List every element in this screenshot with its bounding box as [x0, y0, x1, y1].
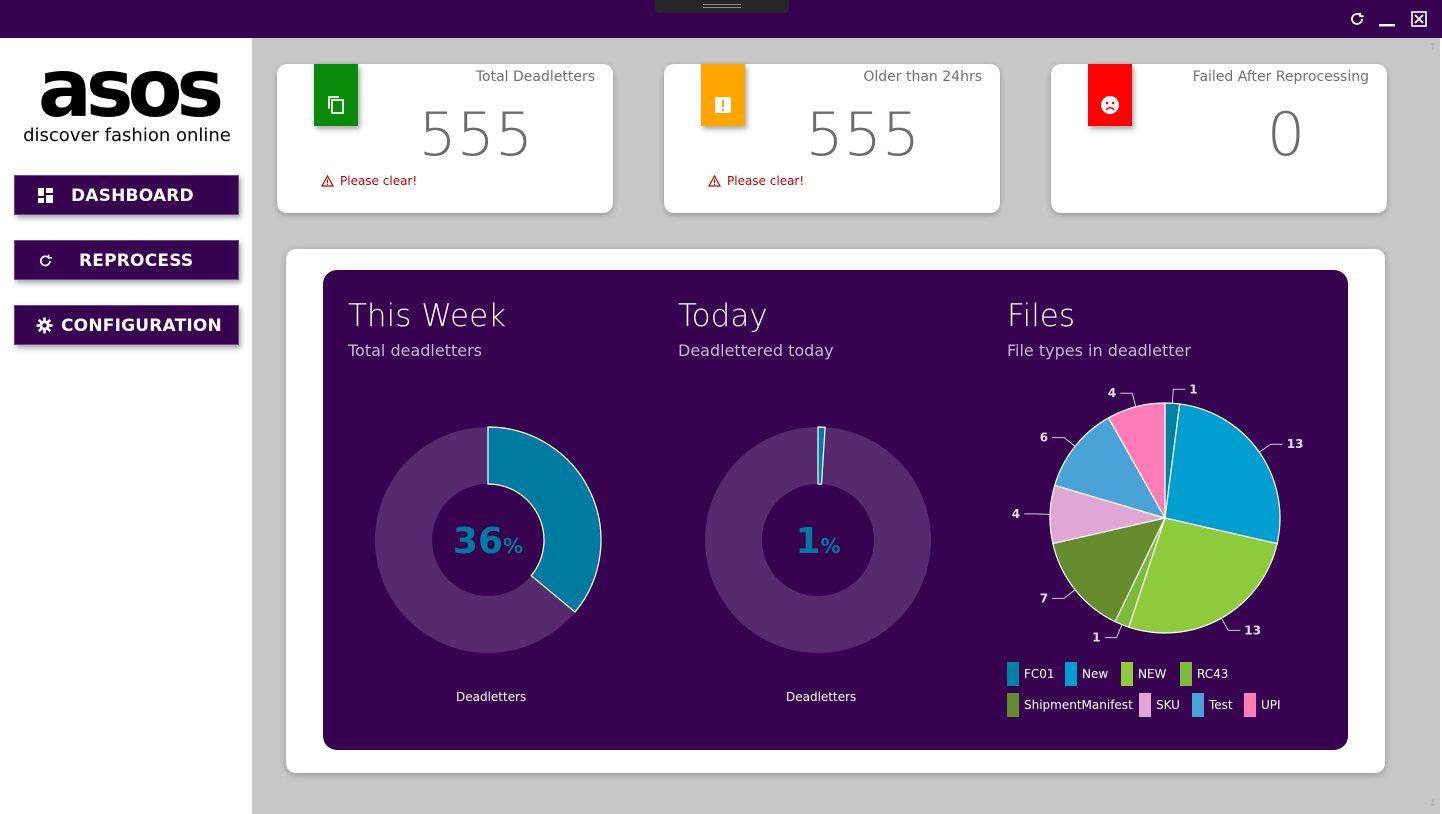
total-deadletters-card: Total Deadletters 555 Please clear! [277, 64, 613, 213]
scroll-up-icon[interactable]: ↑ [1427, 42, 1439, 54]
today-title: Today [678, 298, 768, 334]
card-badge [314, 64, 358, 126]
card-badge [1088, 64, 1132, 126]
refresh-icon[interactable] [1348, 10, 1366, 28]
sad-face-icon [1101, 96, 1119, 114]
scrollbar[interactable]: ↑ ↓ [1424, 38, 1442, 814]
legend-label: Test [1209, 698, 1233, 712]
gear-icon [36, 317, 53, 334]
files-subtitle: File types in deadletter [1007, 341, 1191, 360]
legend-swatch [1192, 693, 1204, 717]
card-badge [701, 64, 745, 126]
logo-tagline: discover fashion online [23, 125, 231, 146]
legend-item-fc01: FC01 [1007, 662, 1055, 686]
alert-icon [715, 97, 731, 113]
copy-icon [328, 96, 344, 114]
card-title: Failed After Reprocessing [1192, 69, 1369, 85]
legend-label: SKU [1156, 698, 1180, 712]
today-caption: Deadletters [786, 690, 857, 704]
legend-label: UPI [1261, 698, 1281, 712]
title-bar [0, 0, 1442, 38]
legend-label: FC01 [1024, 667, 1055, 681]
refresh-icon [37, 252, 54, 269]
week-title: This Week [348, 298, 507, 334]
today-subtitle: Deadlettered today [678, 341, 834, 360]
scroll-down-icon[interactable]: ↓ [1427, 798, 1439, 810]
legend-label: New [1082, 667, 1109, 681]
legend-item-upi: UPI [1244, 693, 1281, 717]
dashboard-icon [37, 187, 54, 204]
legend-label: RC43 [1197, 667, 1229, 681]
card-value: 0 [1266, 100, 1305, 170]
legend-item-new: New [1065, 662, 1108, 686]
nav-configuration-button[interactable]: CONFIGURATION [14, 305, 239, 345]
legend-label: NEW [1138, 667, 1167, 681]
legend-swatch [1139, 693, 1151, 717]
nav-dashboard-button[interactable]: DASHBOARD [14, 175, 239, 215]
svg-text:asos: asos [38, 58, 221, 135]
card-warning: Please clear! [708, 174, 804, 188]
older-than-24hrs-card: Older than 24hrs 555 Please clear! [664, 64, 1000, 213]
nav-configuration-label: CONFIGURATION [61, 316, 222, 336]
legend-item-rc43: RC43 [1180, 662, 1228, 686]
sidebar: asos discover fashion online DASHBOARD R… [0, 38, 252, 814]
legend-swatch [1180, 662, 1192, 686]
legend-item-shipmentmanifest: ShipmentManifest [1007, 693, 1133, 717]
files-title: Files [1007, 298, 1076, 334]
asos-logo: asos discover fashion online [16, 58, 240, 148]
legend-swatch [1244, 693, 1256, 717]
close-icon[interactable] [1410, 10, 1428, 28]
nav-dashboard-label: DASHBOARD [71, 186, 194, 206]
card-title: Total Deadletters [475, 69, 595, 85]
card-warning: Please clear! [321, 174, 417, 188]
warning-icon [708, 175, 721, 187]
legend-swatch [1065, 662, 1077, 686]
legend-swatch [1007, 693, 1019, 717]
week-subtitle: Total deadletters [348, 341, 483, 360]
drag-handle[interactable] [655, 0, 789, 13]
legend-item-new: NEW [1121, 662, 1166, 686]
card-value: 555 [805, 100, 920, 170]
legend-item-sku: SKU [1139, 693, 1180, 717]
failed-after-reprocessing-card: Failed After Reprocessing 0 [1051, 64, 1387, 213]
nav-reprocess-button[interactable]: REPROCESS [14, 240, 239, 280]
legend-label: ShipmentManifest [1024, 698, 1133, 712]
legend-swatch [1121, 662, 1133, 686]
minimize-icon[interactable] [1378, 10, 1396, 28]
legend-swatch [1007, 662, 1019, 686]
nav-reprocess-label: REPROCESS [79, 251, 194, 271]
legend-item-test: Test [1192, 693, 1233, 717]
card-title: Older than 24hrs [863, 69, 982, 85]
card-value: 555 [418, 100, 533, 170]
warning-icon [321, 175, 334, 187]
week-caption: Deadletters [456, 690, 527, 704]
